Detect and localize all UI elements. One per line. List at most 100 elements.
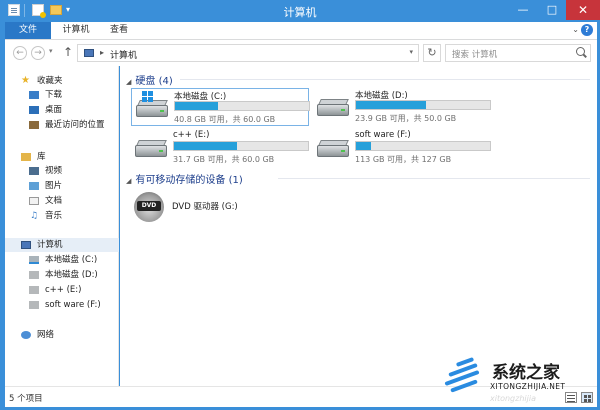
- search-input[interactable]: 搜索 计算机: [445, 44, 591, 62]
- network-icon: [21, 331, 31, 339]
- navigation-bar: ← → ▾ ↑ ▸ 计算机 ▾ ↻ 搜索 计算机: [5, 40, 597, 66]
- group-divider: [180, 79, 590, 80]
- drive-usage-fill: [174, 142, 237, 150]
- nav-favorites-label: 收藏夹: [37, 76, 63, 86]
- nav-item-desktop[interactable]: 桌面: [5, 103, 119, 117]
- picture-icon: [29, 182, 39, 190]
- breadcrumb-separator-icon[interactable]: ▸: [100, 48, 104, 57]
- drive-tile-e[interactable]: c++ (E:) 31.7 GB 可用，共 60.0 GB: [131, 129, 309, 167]
- drive-capacity: 31.7 GB 可用，共 60.0 GB: [173, 155, 275, 164]
- watermark-faint-text: xitongzhijia: [490, 394, 536, 403]
- group-label: 硬盘 (4): [135, 76, 173, 87]
- hard-disks-group-header[interactable]: ◢ 硬盘 (4): [126, 72, 173, 87]
- nav-item-recent[interactable]: 最近访问的位置: [5, 118, 119, 132]
- nav-drive-e[interactable]: c++ (E:): [5, 283, 119, 297]
- drive-capacity: 23.9 GB 可用，共 50.0 GB: [355, 114, 457, 123]
- nav-libraries-label: 库: [37, 152, 46, 162]
- address-bar[interactable]: ▸ 计算机 ▾: [77, 44, 419, 62]
- video-icon: [29, 167, 39, 175]
- nav-drive-d[interactable]: 本地磁盘 (D:): [5, 268, 119, 282]
- breadcrumb-computer[interactable]: 计算机: [110, 48, 137, 61]
- drive-icon: [317, 139, 349, 159]
- item-count: 5 个项目: [9, 394, 43, 404]
- nav-drive-label: c++ (E:): [45, 285, 82, 295]
- collapse-chevron-icon[interactable]: ◢: [126, 177, 131, 185]
- title-bar[interactable]: ▾ 计算机 — □ ✕: [0, 0, 600, 22]
- drive-tile-d[interactable]: 本地磁盘 (D:) 23.9 GB 可用，共 50.0 GB: [313, 88, 491, 126]
- forward-icon[interactable]: →: [31, 46, 45, 60]
- drive-icon: [135, 139, 167, 159]
- watermark-brand: 系统之家: [492, 363, 560, 383]
- content-pane: ◢ 硬盘 (4) 本地磁盘 (C:) 40.8 GB 可用，共 60.0 GB 本…: [120, 66, 597, 386]
- computer-icon: [21, 241, 31, 249]
- nav-libraries[interactable]: 库: [5, 150, 119, 164]
- drive-name: c++ (E:): [173, 130, 210, 140]
- drive-icon: [29, 301, 39, 309]
- collapse-chevron-icon[interactable]: ◢: [126, 78, 131, 86]
- group-divider: [278, 178, 590, 179]
- maximize-button[interactable]: □: [537, 0, 567, 20]
- recent-locations-chevron-icon[interactable]: ▾: [49, 47, 53, 55]
- drive-usage-fill: [356, 142, 371, 150]
- windows-logo-icon: [142, 91, 153, 102]
- nav-drive-f[interactable]: soft ware (F:): [5, 298, 119, 312]
- nav-network[interactable]: 网络: [5, 328, 119, 342]
- nav-drive-label: soft ware (F:): [45, 300, 101, 310]
- nav-drive-label: 本地磁盘 (D:): [45, 270, 98, 280]
- address-history-chevron-icon[interactable]: ▾: [409, 48, 413, 56]
- tab-file[interactable]: 文件: [5, 22, 51, 39]
- navigation-pane: ★ 收藏夹 下载 桌面 最近访问的位置 库 视频 图片 文档 ♫ 音乐 计算机 …: [5, 66, 119, 386]
- drive-icon: [317, 98, 349, 118]
- nav-item-label: 文档: [45, 196, 63, 206]
- drive-icon: [29, 271, 39, 279]
- drive-capacity: 113 GB 可用，共 127 GB: [355, 155, 452, 164]
- desktop-icon: [29, 106, 39, 114]
- nav-drive-label: 本地磁盘 (C:): [45, 255, 98, 265]
- music-icon: ♫: [30, 211, 39, 221]
- ribbon-tabs: 文件 计算机 查看 ⌄ ?: [5, 22, 597, 40]
- help-icon[interactable]: ?: [581, 24, 593, 36]
- drive-icon: [136, 91, 168, 119]
- minimize-button[interactable]: —: [508, 0, 538, 20]
- nav-favorites[interactable]: ★ 收藏夹: [5, 74, 119, 88]
- removable-group-header[interactable]: ◢ 有可移动存储的设备 (1): [126, 171, 243, 186]
- nav-computer[interactable]: 计算机: [5, 238, 119, 252]
- library-icon: [21, 153, 31, 161]
- nav-item-videos[interactable]: 视频: [5, 164, 119, 178]
- nav-item-label: 视频: [45, 166, 63, 176]
- drive-usage-fill: [175, 102, 218, 110]
- watermark: 系统之家 XITONGZHIJIA.NET xitongzhijia: [440, 350, 598, 408]
- nav-item-label: 桌面: [45, 105, 63, 115]
- close-button[interactable]: ✕: [566, 0, 600, 20]
- dvd-drive-tile[interactable]: DVD DVD 驱动器 (G:): [130, 190, 290, 226]
- document-icon: [29, 197, 39, 205]
- nav-drive-c[interactable]: 本地磁盘 (C:): [5, 253, 119, 267]
- drive-tile-f[interactable]: soft ware (F:) 113 GB 可用，共 127 GB: [313, 129, 491, 167]
- computer-icon: [84, 49, 94, 57]
- watermark-url: XITONGZHIJIA.NET: [490, 382, 566, 391]
- refresh-icon[interactable]: ↻: [423, 44, 441, 62]
- dvd-icon: DVD: [134, 192, 164, 222]
- nav-item-music[interactable]: ♫ 音乐: [5, 209, 119, 223]
- back-icon[interactable]: ←: [13, 46, 27, 60]
- dvd-drive-name: DVD 驱动器 (G:): [172, 202, 238, 212]
- nav-item-documents[interactable]: 文档: [5, 194, 119, 208]
- nav-item-label: 音乐: [45, 211, 63, 221]
- group-label: 有可移动存储的设备 (1): [135, 175, 243, 186]
- drive-name: soft ware (F:): [355, 130, 411, 140]
- nav-computer-label: 计算机: [37, 240, 63, 250]
- drive-tile-c[interactable]: 本地磁盘 (C:) 40.8 GB 可用，共 60.0 GB: [131, 88, 310, 126]
- star-icon: ★: [21, 75, 30, 86]
- up-icon[interactable]: ↑: [63, 45, 73, 59]
- tab-computer[interactable]: 计算机: [55, 22, 97, 39]
- drive-usage-bar: [173, 141, 309, 151]
- drive-usage-bar: [355, 141, 491, 151]
- nav-item-downloads[interactable]: 下载: [5, 88, 119, 102]
- watermark-logo-icon: [442, 357, 486, 394]
- nav-item-pictures[interactable]: 图片: [5, 179, 119, 193]
- expand-ribbon-chevron-icon[interactable]: ⌄: [572, 25, 579, 34]
- tab-view[interactable]: 查看: [101, 22, 137, 39]
- nav-item-label: 最近访问的位置: [45, 120, 105, 130]
- nav-item-label: 下载: [45, 90, 63, 100]
- recent-icon: [29, 121, 39, 129]
